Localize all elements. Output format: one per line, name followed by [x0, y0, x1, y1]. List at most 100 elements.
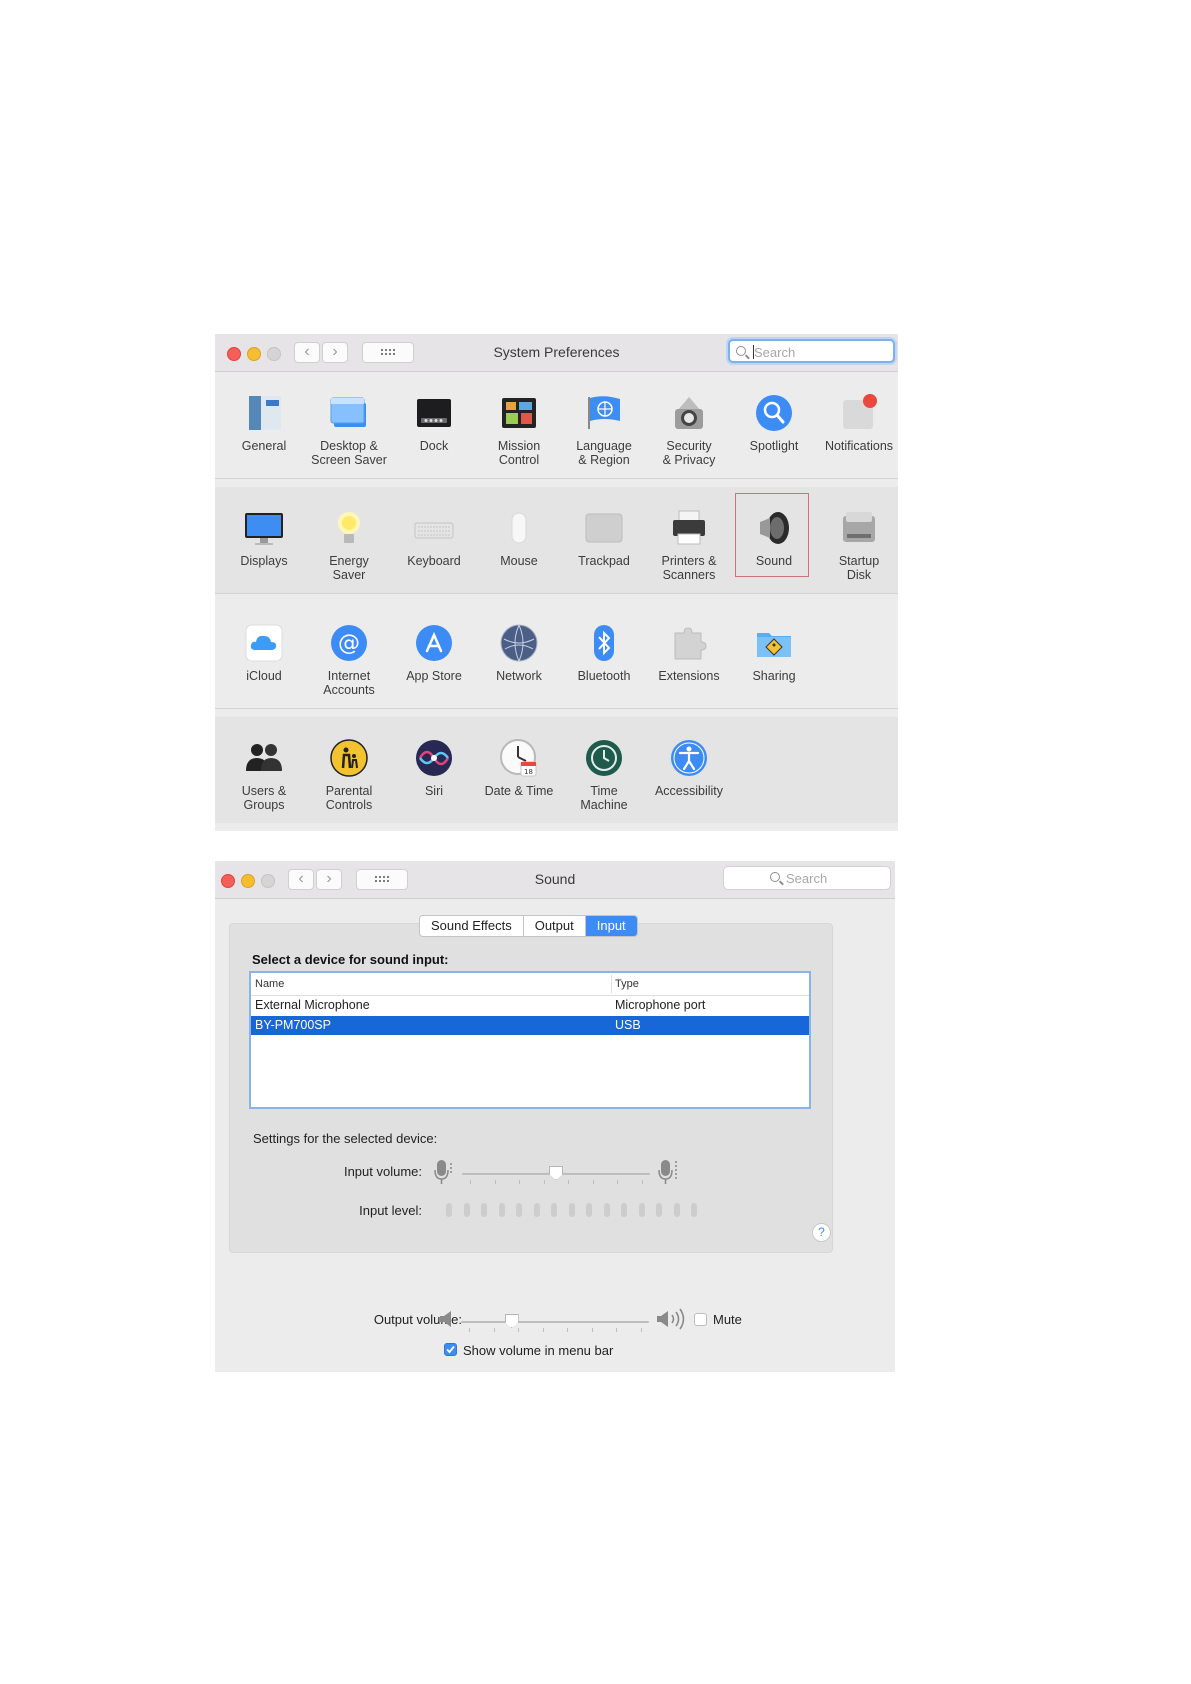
sharing-icon	[753, 622, 795, 664]
title-bar: ‹ › System Preferences Search	[215, 334, 898, 372]
pane-accessibility[interactable]: Accessibility	[650, 717, 728, 823]
checkmark-icon	[446, 1345, 455, 1354]
parental-icon	[328, 737, 370, 779]
tab-output[interactable]: Output	[524, 916, 586, 936]
language-icon	[583, 392, 625, 434]
table-row-selected[interactable]: BY-PM700SP USB	[251, 1016, 809, 1035]
level-segment	[463, 1203, 470, 1217]
pane-time-machine[interactable]: Time Machine	[565, 717, 643, 823]
device-type: USB	[615, 1018, 641, 1032]
notifications-icon	[838, 392, 880, 434]
pane-internet-accounts[interactable]: @ Internet Accounts	[310, 602, 388, 708]
pane-siri[interactable]: Siri	[395, 717, 473, 823]
device-type: Microphone port	[615, 998, 706, 1012]
level-segment	[691, 1203, 697, 1217]
displays-icon	[243, 507, 285, 549]
search-icon	[736, 346, 746, 356]
pane-keyboard[interactable]: Keyboard	[395, 487, 473, 593]
show-volume-checkbox[interactable]	[444, 1343, 457, 1356]
pane-printers[interactable]: Printers & Scanners	[650, 487, 728, 593]
pane-startup-disk[interactable]: Startup Disk	[820, 487, 898, 593]
microphone-high-icon	[656, 1158, 682, 1191]
mute-label: Mute	[713, 1312, 742, 1327]
disk-icon	[838, 507, 880, 549]
input-panel: Select a device for sound input: Name Ty…	[229, 923, 833, 1253]
pane-notifications[interactable]: Notifications	[820, 372, 898, 478]
slider-track	[461, 1321, 649, 1323]
pane-spotlight[interactable]: Spotlight	[735, 372, 813, 478]
level-segment	[516, 1203, 522, 1217]
security-icon	[668, 392, 710, 434]
slider-tick	[641, 1328, 642, 1332]
speaker-high-icon	[655, 1307, 689, 1336]
speaker-icon	[753, 507, 795, 549]
slider-tick	[469, 1328, 470, 1332]
table-row[interactable]: External Microphone Microphone port	[251, 996, 809, 1015]
pane-energy[interactable]: Energy Saver	[310, 487, 388, 593]
slider-tick	[493, 1328, 495, 1332]
pane-extensions[interactable]: Extensions	[650, 602, 728, 708]
pane-mission-control[interactable]: Mission Control	[480, 372, 558, 478]
general-icon	[243, 392, 285, 434]
input-volume-slider[interactable]	[462, 1166, 650, 1184]
search-field[interactable]: Search	[728, 339, 895, 363]
pane-icloud[interactable]: iCloud	[225, 602, 303, 708]
pane-dock[interactable]: Dock	[395, 372, 473, 478]
svg-text:@: @	[338, 631, 360, 656]
mission-control-icon	[498, 392, 540, 434]
app-store-icon	[413, 622, 455, 664]
slider-tick	[642, 1180, 643, 1184]
pane-row-1: General Desktop & Screen Saver Dock Miss…	[215, 372, 898, 479]
tab-sound-effects[interactable]: Sound Effects	[420, 916, 524, 936]
energy-icon	[328, 507, 370, 549]
slider-knob[interactable]	[549, 1166, 563, 1180]
pane-trackpad[interactable]: Trackpad	[565, 487, 643, 593]
pane-sound[interactable]: Sound	[735, 487, 813, 593]
pane-users[interactable]: Users & Groups	[225, 717, 303, 823]
table-header: Name Type	[251, 973, 809, 996]
input-level-meter	[446, 1203, 706, 1217]
level-segment	[481, 1203, 487, 1217]
dock-icon	[413, 392, 455, 434]
mouse-icon	[498, 507, 540, 549]
pane-date-time[interactable]: 18 Date & Time	[480, 717, 558, 823]
printer-icon	[668, 507, 710, 549]
pane-language[interactable]: Language & Region	[565, 372, 643, 478]
pane-general[interactable]: General	[225, 372, 303, 478]
search-placeholder: Search	[786, 871, 828, 886]
pane-mouse[interactable]: Mouse	[480, 487, 558, 593]
tab-input[interactable]: Input	[585, 916, 637, 936]
pane-app-store[interactable]: App Store	[395, 602, 473, 708]
output-volume-slider[interactable]	[461, 1314, 649, 1332]
slider-knob[interactable]	[504, 1314, 519, 1328]
mute-checkbox[interactable]	[694, 1313, 707, 1326]
pane-displays[interactable]: Displays	[225, 487, 303, 593]
pane-sharing[interactable]: Sharing	[735, 602, 813, 708]
sound-window: ‹ › Sound Search Select a device for sou…	[215, 861, 895, 1372]
pane-desktop[interactable]: Desktop & Screen Saver	[310, 372, 388, 478]
pane-parental[interactable]: Parental Controls	[310, 717, 388, 823]
slider-tick	[592, 1180, 594, 1184]
slider-tick	[470, 1180, 471, 1184]
pane-security[interactable]: Security & Privacy	[650, 372, 728, 478]
pane-network[interactable]: Network	[480, 602, 558, 708]
slider-tick	[568, 1180, 570, 1184]
level-segment	[621, 1203, 627, 1217]
search-field[interactable]: Search	[723, 866, 891, 890]
column-header-name[interactable]: Name	[255, 978, 284, 990]
level-segment	[568, 1203, 575, 1217]
column-header-type[interactable]: Type	[615, 978, 639, 990]
slider-tick	[567, 1328, 569, 1332]
pane-bluetooth[interactable]: Bluetooth	[565, 602, 643, 708]
pane-row-4: Users & Groups Parental Controls Siri 18…	[215, 717, 898, 823]
siri-icon	[413, 737, 455, 779]
show-volume-label: Show volume in menu bar	[463, 1343, 614, 1358]
level-segment	[498, 1203, 505, 1217]
device-table[interactable]: Name Type External Microphone Microphone…	[249, 971, 811, 1109]
level-segment	[533, 1203, 540, 1217]
select-device-heading: Select a device for sound input:	[252, 952, 449, 967]
input-volume-label: Input volume:	[343, 1164, 422, 1179]
help-button[interactable]: ?	[812, 1223, 831, 1242]
input-level-label: Input level:	[359, 1203, 422, 1218]
level-segment	[603, 1203, 610, 1217]
